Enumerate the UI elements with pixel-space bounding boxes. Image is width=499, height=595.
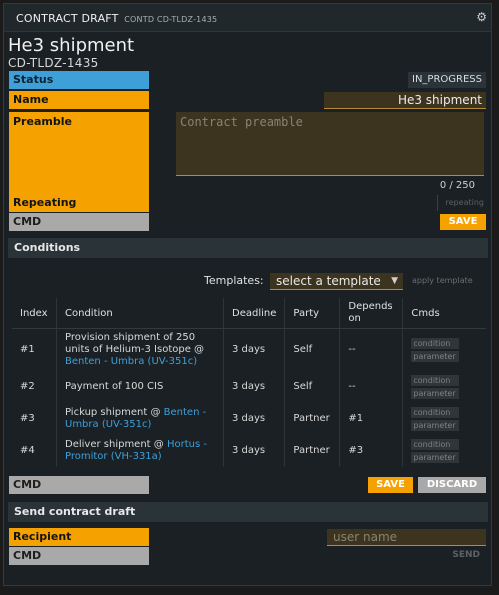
row-party: Self	[293, 344, 313, 356]
gear-icon[interactable]: ⚙	[476, 10, 487, 24]
col-depends-on: Depends on	[339, 298, 403, 329]
condition-text: Payment of 100 CIS	[65, 380, 164, 392]
parameter-button[interactable]: parameter	[411, 350, 460, 362]
col-index: Index	[12, 298, 57, 329]
table-row: #1 Provision shipment of 250 units of He…	[12, 328, 486, 371]
col-party: Party	[284, 298, 340, 329]
condition-button[interactable]: condition	[411, 374, 460, 386]
contract-draft-window: CONTRACT DRAFT CONTD CD-TLDZ-1435 ⚙ He3 …	[3, 3, 492, 586]
template-select-value: select a template	[276, 274, 381, 288]
send-cmd-input[interactable]: CMD	[9, 547, 149, 565]
condition-text: Pickup shipment @	[65, 406, 161, 418]
preamble-char-counter: 0 / 250	[439, 180, 475, 191]
row-deadline: 3 days	[223, 434, 286, 467]
row-depends: --	[339, 328, 404, 371]
col-cmds: Cmds	[402, 298, 486, 329]
row-index: #4	[20, 445, 35, 456]
row-depends: #3	[339, 434, 404, 467]
preamble-textarea[interactable]: Contract preamble	[176, 112, 484, 176]
chevron-down-icon: ▼	[391, 276, 398, 286]
parameter-button[interactable]: parameter	[411, 387, 460, 399]
name-input[interactable]: He3 shipment	[324, 92, 486, 109]
name-row: Name He3 shipment	[9, 91, 486, 109]
conditions-table: Index Condition Deadline Party Depends o…	[12, 298, 486, 467]
conditions-cmd-row: CMD SAVE DISCARD	[9, 476, 486, 494]
row-cmds: condition parameter	[403, 329, 486, 371]
table-row: #3 Pickup shipment @ Benten - Umbra (UV-…	[12, 402, 486, 435]
save-button[interactable]: SAVE	[440, 214, 486, 230]
condition-button[interactable]: condition	[411, 438, 460, 450]
table-header-row: Index Condition Deadline Party Depends o…	[12, 298, 486, 329]
send-button[interactable]: SEND	[452, 550, 480, 560]
preamble-label: Preamble	[9, 112, 149, 194]
row-party: Self	[293, 381, 313, 392]
form-cmd-row: CMD SAVE	[9, 213, 486, 231]
condition-button[interactable]: condition	[411, 406, 460, 418]
discard-button[interactable]: DISCARD	[418, 477, 486, 493]
condition-text: Provision shipment of 250 units of Heliu…	[65, 331, 205, 355]
window-title-text: CONTRACT DRAFT	[16, 12, 119, 25]
table-row: #4 Deliver shipment @ Hortus - Promitor …	[12, 434, 486, 467]
row-deadline: 3 days	[223, 370, 286, 403]
window-subtitle: CONTD CD-TLDZ-1435	[124, 15, 218, 24]
condition-button[interactable]: condition	[411, 337, 460, 349]
send-heading: Send contract draft	[8, 502, 488, 522]
row-cmds: condition parameter	[403, 371, 486, 403]
recipient-row: Recipient user name	[9, 528, 486, 546]
repeating-row: Repeating repeating	[9, 194, 486, 212]
send-cmd-row: CMD SEND	[9, 547, 486, 565]
apply-template-button[interactable]: apply template	[412, 276, 473, 285]
table-row: #2 Payment of 100 CIS 3 days Self -- con…	[12, 370, 486, 403]
name-label: Name	[9, 91, 149, 109]
status-badge: IN_PROGRESS	[408, 72, 486, 88]
contract-title: He3 shipment	[8, 35, 135, 56]
parameter-button[interactable]: parameter	[411, 419, 460, 431]
window-titlebar[interactable]: CONTRACT DRAFT CONTD CD-TLDZ-1435 ⚙	[4, 4, 491, 32]
row-cmds: condition parameter	[403, 435, 486, 467]
row-condition: Provision shipment of 250 units of Heliu…	[56, 328, 224, 371]
row-deadline: 3 days	[223, 328, 286, 371]
col-condition: Condition	[56, 298, 224, 329]
row-condition: Deliver shipment @ Hortus - Promitor (VH…	[56, 434, 224, 467]
recipient-label: Recipient	[9, 528, 149, 546]
repeating-label: Repeating	[9, 194, 149, 212]
row-depends: --	[339, 370, 404, 403]
form-cmd-input[interactable]: CMD	[9, 213, 149, 231]
row-depends: #1	[339, 402, 404, 435]
conditions-heading: Conditions	[8, 238, 488, 258]
parameter-button[interactable]: parameter	[411, 451, 460, 463]
template-select[interactable]: select a template ▼	[270, 273, 403, 290]
row-condition: Payment of 100 CIS	[56, 370, 224, 403]
templates-label: Templates:	[204, 274, 264, 287]
row-condition: Pickup shipment @ Benten - Umbra (UV-351…	[56, 402, 224, 435]
location-link[interactable]: Benten - Umbra (UV-351c)	[65, 356, 197, 367]
row-party: Partner	[293, 413, 330, 424]
row-index: #1	[20, 344, 35, 356]
conditions-save-button[interactable]: SAVE	[368, 477, 413, 493]
repeating-toggle[interactable]: repeating	[437, 195, 486, 211]
window-title: CONTRACT DRAFT CONTD CD-TLDZ-1435	[16, 12, 217, 25]
col-deadline: Deadline	[222, 298, 285, 329]
contract-id: CD-TLDZ-1435	[8, 56, 99, 70]
condition-text: Deliver shipment @	[65, 438, 164, 450]
recipient-input[interactable]: user name	[327, 529, 486, 546]
row-party: Partner	[293, 445, 330, 456]
conditions-cmd-input[interactable]: CMD	[9, 476, 149, 494]
row-cmds: condition parameter	[403, 403, 486, 435]
row-index: #3	[20, 413, 35, 424]
row-index: #2	[20, 381, 35, 392]
status-row: Status IN_PROGRESS	[9, 71, 486, 89]
status-label: Status	[9, 71, 149, 89]
row-deadline: 3 days	[223, 402, 286, 435]
